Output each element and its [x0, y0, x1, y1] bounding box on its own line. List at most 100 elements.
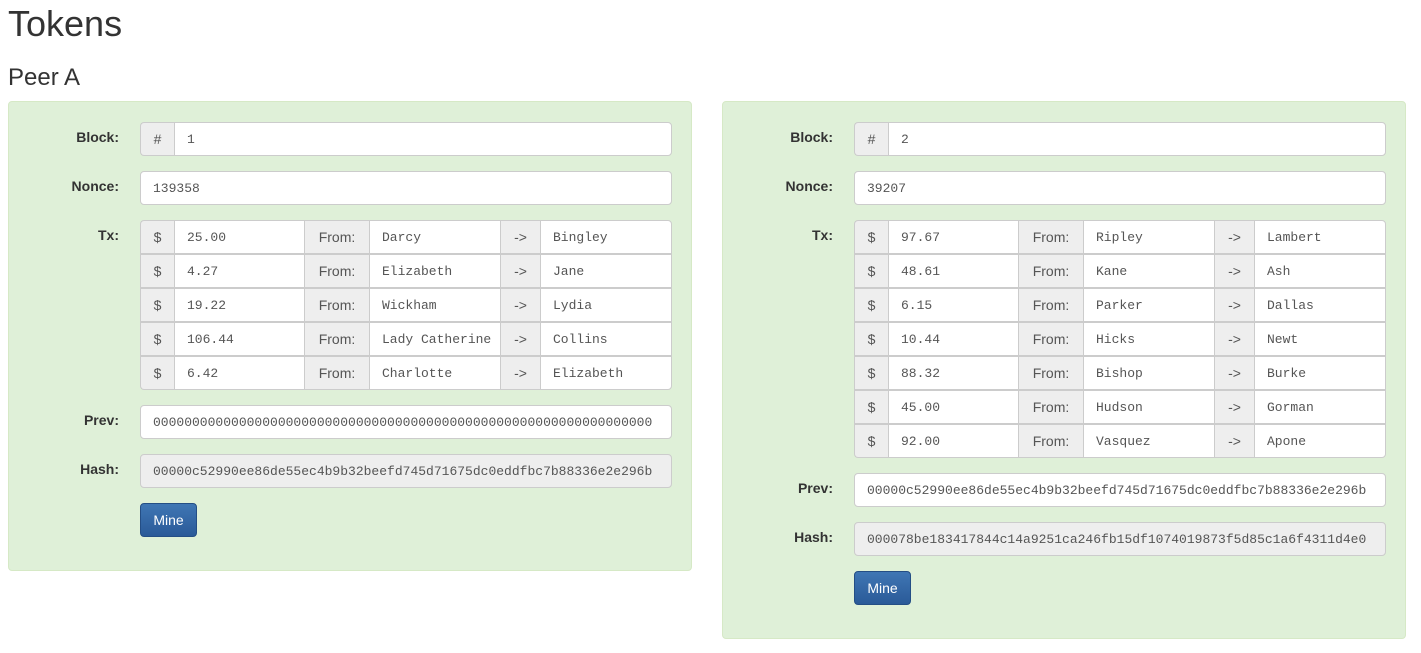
- from-addon: From:: [305, 254, 369, 288]
- tx-to-input[interactable]: Ash: [1254, 254, 1386, 288]
- tx-from-input[interactable]: Bishop: [1083, 356, 1215, 390]
- from-addon: From:: [1019, 288, 1083, 322]
- arrow-addon: ->: [1215, 322, 1254, 356]
- arrow-addon: ->: [501, 322, 540, 356]
- nonce-field: 139358: [140, 171, 672, 205]
- tx-from-input[interactable]: Lady Catherine: [369, 322, 501, 356]
- from-addon: From:: [1019, 322, 1083, 356]
- tx-row: $ 97.67 From: Ripley -> Lambert: [854, 220, 1386, 254]
- arrow-addon: ->: [501, 220, 540, 254]
- tx-to-input[interactable]: Bingley: [540, 220, 672, 254]
- block-label: Block:: [790, 129, 833, 145]
- tx-to-input[interactable]: Newt: [1254, 322, 1386, 356]
- tx-from-input[interactable]: Ripley: [1083, 220, 1215, 254]
- tx-amount-input[interactable]: 10.44: [888, 322, 1019, 356]
- prev-field: 0000000000000000000000000000000000000000…: [140, 405, 672, 439]
- dollar-addon: $: [854, 390, 888, 424]
- tx-row: $ 4.27 From: Elizabeth -> Jane: [140, 254, 672, 288]
- from-addon: From:: [1019, 390, 1083, 424]
- block-card-1: Block: # 1 Nonce: 139358 Tx: $ 25.00 Fro…: [8, 101, 692, 571]
- tx-from-input[interactable]: Hudson: [1083, 390, 1215, 424]
- arrow-addon: ->: [1215, 288, 1254, 322]
- tx-amount-input[interactable]: 92.00: [888, 424, 1019, 458]
- tx-from-input[interactable]: Hicks: [1083, 322, 1215, 356]
- block-number-input[interactable]: 2: [888, 122, 1386, 156]
- tx-from-input[interactable]: Vasquez: [1083, 424, 1215, 458]
- tx-to-input[interactable]: Gorman: [1254, 390, 1386, 424]
- nonce-input[interactable]: 39207: [854, 171, 1386, 205]
- block-number-input[interactable]: 1: [174, 122, 672, 156]
- hash-output: 00000c52990ee86de55ec4b9b32beefd745d7167…: [140, 454, 672, 488]
- tx-amount-input[interactable]: 4.27: [174, 254, 305, 288]
- tx-from-input[interactable]: Elizabeth: [369, 254, 501, 288]
- tx-amount-input[interactable]: 25.00: [174, 220, 305, 254]
- arrow-addon: ->: [501, 254, 540, 288]
- tx-row: $ 6.15 From: Parker -> Dallas: [854, 288, 1386, 322]
- mine-button[interactable]: Mine: [140, 503, 197, 537]
- tx-amount-input[interactable]: 19.22: [174, 288, 305, 322]
- from-addon: From:: [305, 288, 369, 322]
- tx-amount-input[interactable]: 106.44: [174, 322, 305, 356]
- tx-label: Tx:: [812, 227, 833, 243]
- tx-amount-input[interactable]: 88.32: [888, 356, 1019, 390]
- tx-from-input[interactable]: Kane: [1083, 254, 1215, 288]
- dollar-addon: $: [854, 254, 888, 288]
- from-addon: From:: [1019, 254, 1083, 288]
- arrow-addon: ->: [1215, 424, 1254, 458]
- dollar-addon: $: [854, 424, 888, 458]
- nonce-input[interactable]: 139358: [140, 171, 672, 205]
- nonce-label: Nonce:: [71, 178, 119, 194]
- from-addon: From:: [1019, 424, 1083, 458]
- dollar-addon: $: [140, 288, 174, 322]
- block-label: Block:: [76, 129, 119, 145]
- tx-to-input[interactable]: Dallas: [1254, 288, 1386, 322]
- arrow-addon: ->: [501, 356, 540, 390]
- dollar-addon: $: [854, 322, 888, 356]
- prev-field: 00000c52990ee86de55ec4b9b32beefd745d7167…: [854, 473, 1386, 507]
- hash-field: 000078be183417844c14a9251ca246fb15df1074…: [854, 522, 1386, 556]
- prev-input[interactable]: 0000000000000000000000000000000000000000…: [140, 405, 672, 439]
- arrow-addon: ->: [1215, 220, 1254, 254]
- dollar-addon: $: [140, 322, 174, 356]
- prev-input[interactable]: 00000c52990ee86de55ec4b9b32beefd745d7167…: [854, 473, 1386, 507]
- dollar-addon: $: [140, 254, 174, 288]
- tx-from-input[interactable]: Wickham: [369, 288, 501, 322]
- arrow-addon: ->: [1215, 356, 1254, 390]
- tx-from-input[interactable]: Darcy: [369, 220, 501, 254]
- block-number-field: # 1: [140, 122, 672, 156]
- dollar-addon: $: [854, 220, 888, 254]
- page-title: Tokens: [8, 3, 123, 44]
- tx-row: $ 6.42 From: Charlotte -> Elizabeth: [140, 356, 672, 390]
- tx-to-input[interactable]: Lydia: [540, 288, 672, 322]
- arrow-addon: ->: [1215, 390, 1254, 424]
- peer-title: Peer A: [8, 64, 81, 91]
- tx-to-input[interactable]: Burke: [1254, 356, 1386, 390]
- from-addon: From:: [305, 356, 369, 390]
- hash-addon: #: [854, 122, 888, 156]
- tx-row: $ 106.44 From: Lady Catherine -> Collins: [140, 322, 672, 356]
- tx-amount-input[interactable]: 97.67: [888, 220, 1019, 254]
- block-card-2: Block: # 2 Nonce: 39207 Tx: $ 97.67 From…: [722, 101, 1406, 639]
- from-addon: From:: [1019, 220, 1083, 254]
- tx-to-input[interactable]: Jane: [540, 254, 672, 288]
- block-number-field: # 2: [854, 122, 1386, 156]
- tx-amount-input[interactable]: 45.00: [888, 390, 1019, 424]
- mine-button[interactable]: Mine: [854, 571, 911, 605]
- tx-row: $ 25.00 From: Darcy -> Bingley: [140, 220, 672, 254]
- tx-to-input[interactable]: Apone: [1254, 424, 1386, 458]
- tx-row: $ 45.00 From: Hudson -> Gorman: [854, 390, 1386, 424]
- tx-amount-input[interactable]: 48.61: [888, 254, 1019, 288]
- tx-row: $ 92.00 From: Vasquez -> Apone: [854, 424, 1386, 458]
- tx-amount-input[interactable]: 6.15: [888, 288, 1019, 322]
- arrow-addon: ->: [1215, 254, 1254, 288]
- tx-to-input[interactable]: Lambert: [1254, 220, 1386, 254]
- tx-amount-input[interactable]: 6.42: [174, 356, 305, 390]
- tx-row: $ 19.22 From: Wickham -> Lydia: [140, 288, 672, 322]
- tx-row: $ 48.61 From: Kane -> Ash: [854, 254, 1386, 288]
- tx-from-input[interactable]: Parker: [1083, 288, 1215, 322]
- nonce-label: Nonce:: [785, 178, 833, 194]
- tx-from-input[interactable]: Charlotte: [369, 356, 501, 390]
- nonce-field: 39207: [854, 171, 1386, 205]
- tx-to-input[interactable]: Collins: [540, 322, 672, 356]
- tx-to-input[interactable]: Elizabeth: [540, 356, 672, 390]
